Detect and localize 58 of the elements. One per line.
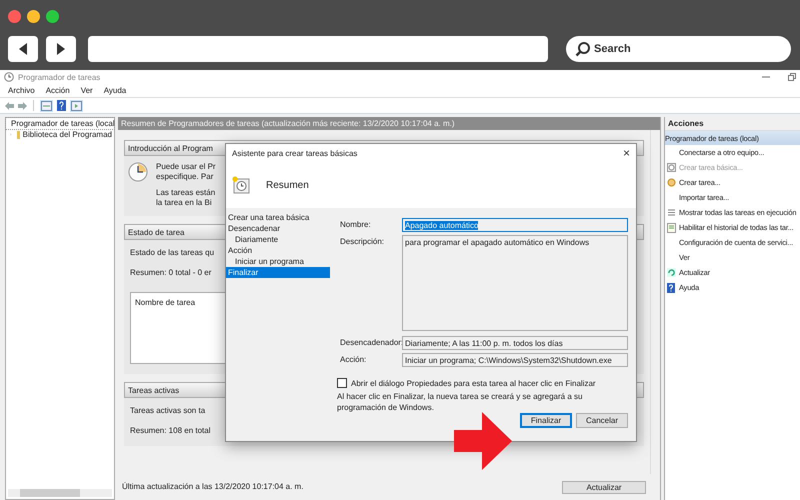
status-text: Estado de las tareas qu [130, 248, 214, 258]
dialog-button[interactable]: Finalizar [520, 413, 572, 428]
menu-item[interactable]: Acción [46, 86, 70, 95]
refresh-icon [667, 268, 676, 277]
tree-item[interactable]: Biblioteca del Programad [6, 129, 114, 140]
status-summary: Resumen: 0 total - 0 er [130, 268, 212, 278]
refresh-button[interactable]: Actualizar [562, 480, 646, 494]
active-tasks-text: Tareas activas son ta [130, 406, 206, 416]
help-icon [667, 282, 675, 292]
maximize-dot[interactable] [46, 10, 59, 22]
search-icon [575, 41, 591, 57]
field-label: Desencadenador: [340, 337, 402, 349]
column-header: Nombre de tarea [135, 298, 196, 307]
input-field[interactable]: Iniciar un programa; C:\Windows\System32\Shutdown.exe [402, 353, 628, 367]
dialog-button[interactable]: Cancelar [576, 413, 628, 428]
menu-item[interactable]: Ayuda [104, 86, 126, 95]
wizard-step[interactable]: Iniciar un programa [226, 256, 330, 267]
actions-header: Acciones [665, 117, 800, 131]
list-icon [667, 208, 676, 217]
active-tasks-summary: Resumen: 108 en total [130, 426, 210, 436]
menu-item[interactable]: Ver [80, 86, 93, 95]
wizard-step[interactable]: Desencadenar [226, 223, 330, 234]
field-label: Acción: [340, 354, 368, 366]
forward-button[interactable] [46, 36, 76, 62]
checkbox[interactable] [337, 378, 347, 388]
window-title: Programador de tareas [18, 72, 100, 82]
back-button[interactable] [8, 36, 38, 62]
console-tree-icon[interactable] [40, 100, 53, 112]
finish-note: Al hacer clic en Finalizar, la nueva tarea se creará y se agregará a su programación de Windows. [337, 391, 584, 413]
close-dot[interactable] [8, 10, 21, 22]
field-label: Descripción: [340, 236, 386, 248]
summary-header: Resumen de Programadores de tareas (actualización más reciente: 13/2/2020 10:17:04 a. m.) [118, 117, 660, 130]
minimize-dot[interactable] [27, 10, 40, 22]
checkbox-label: Abrir el diálogo Propiedades para esta tarea al hacer clic en Finalizar [351, 378, 596, 388]
document-icon [667, 222, 676, 232]
dialog-title: Asistente para crear tareas básicas [232, 148, 358, 158]
dialog-heading: Resumen [266, 180, 309, 190]
forward-arrow-icon[interactable] [18, 102, 27, 110]
intro-text: Puede usar el Pr especifique. Par [156, 162, 216, 182]
restore-icon[interactable] [788, 73, 796, 81]
last-update-text: Última actualización a las 13/2/2020 10:17:04 a. m. [122, 482, 304, 492]
close-icon[interactable]: × [622, 146, 630, 160]
intro-text: Las tareas están la tarea en la Bi [156, 188, 216, 208]
action-pane-icon[interactable] [70, 100, 83, 112]
wizard-step[interactable]: Acción [226, 245, 330, 256]
wizard-step[interactable]: Crear una tarea básica [226, 212, 330, 223]
description-field[interactable]: para programar el apagado automático en Windows [402, 235, 628, 331]
search-field[interactable]: Search [566, 36, 791, 62]
horizontal-scrollbar[interactable] [8, 489, 112, 497]
menu-item[interactable]: Archivo [8, 86, 35, 95]
wizard-step[interactable]: Diariamente [226, 234, 330, 245]
arrow-icon [454, 412, 512, 470]
tree-item[interactable]: Programador de tareas (local [6, 118, 114, 129]
wizard-step[interactable]: Finalizar [226, 267, 330, 278]
input-field[interactable]: Diariamente; A las 11:00 p. m. todos los días [402, 336, 628, 350]
back-arrow-icon[interactable] [5, 102, 14, 110]
field-label: Nombre: [340, 219, 372, 231]
help-icon[interactable] [57, 100, 66, 111]
